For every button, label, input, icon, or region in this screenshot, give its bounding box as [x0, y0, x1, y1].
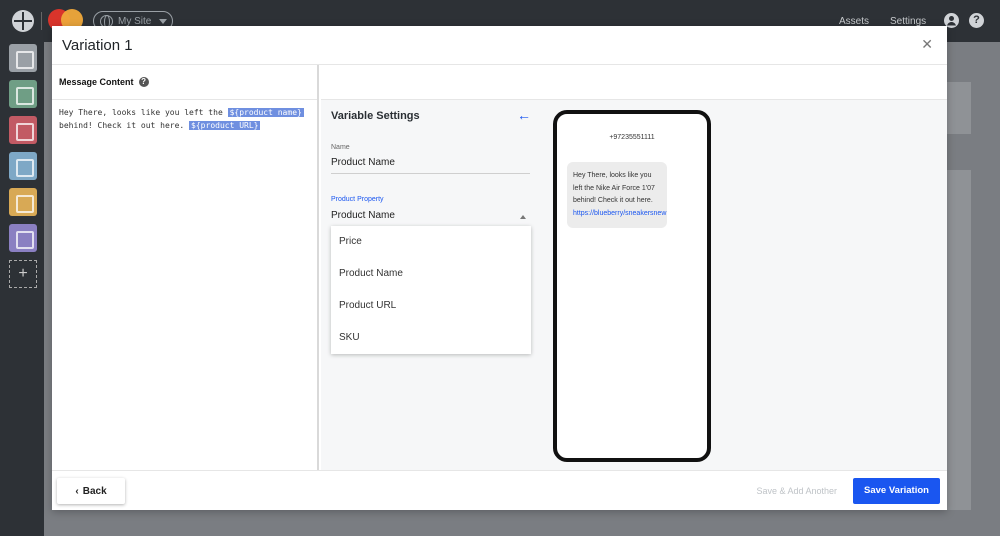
product-property-value: Product Name	[331, 210, 395, 221]
divider	[41, 12, 42, 30]
save-add-another-button[interactable]: Save & Add Another	[756, 486, 837, 496]
message-content-heading: Message Content	[59, 77, 134, 87]
variable-tag-product-name[interactable]: ${product name}	[227, 108, 304, 117]
background-card	[947, 170, 971, 510]
product-property-label: Product Property	[331, 196, 384, 203]
back-button-label: Back	[82, 485, 107, 497]
preview-message-link[interactable]: https://blueberry/sneakersnew	[573, 210, 666, 217]
content-icon[interactable]	[9, 152, 37, 180]
name-field[interactable]: Product Name	[331, 157, 530, 174]
background-card	[947, 82, 971, 134]
dropdown-option-product-name[interactable]: Product Name	[331, 258, 531, 290]
message-content-header: Message Content ?	[52, 65, 317, 100]
toolbar-area	[321, 65, 947, 100]
back-arrow-icon[interactable]: ←	[517, 107, 531, 123]
grid-logo-icon[interactable]	[12, 10, 34, 32]
chevron-left-icon: ‹	[75, 485, 79, 497]
save-variation-button[interactable]: Save Variation	[853, 478, 940, 504]
variable-tag-product-url[interactable]: ${product URL}	[189, 121, 261, 130]
preview-area: +97235551111 Hey There, looks like you l…	[541, 100, 947, 470]
message-text: Hey There, looks like you left the	[59, 108, 228, 117]
name-field-label: Name	[331, 144, 350, 151]
messages-icon[interactable]	[9, 188, 37, 216]
dropdown-option-product-url[interactable]: Product URL	[331, 290, 531, 322]
message-editor[interactable]: Hey There, looks like you left the ${pro…	[52, 100, 317, 138]
chevron-down-icon	[159, 18, 168, 24]
help-icon[interactable]: ?	[969, 13, 984, 28]
phone-number: +97235551111	[609, 134, 655, 141]
preview-message-text: Hey There, looks like you left the Nike …	[573, 172, 655, 204]
back-button[interactable]: ‹ Back	[57, 478, 125, 504]
modal-title: Variation 1	[62, 37, 133, 54]
modal-footer: ‹ Back Save & Add Another Save Variation	[52, 470, 947, 510]
help-icon[interactable]: ?	[138, 77, 149, 87]
campaigns-icon[interactable]	[9, 116, 37, 144]
product-property-select[interactable]: Product Name	[331, 210, 530, 227]
automation-icon[interactable]	[9, 224, 37, 252]
message-bubble: Hey There, looks like you left the Nike …	[567, 162, 667, 228]
dashboard-icon[interactable]	[9, 44, 37, 72]
message-content-panel: Message Content ? Hey There, looks like …	[52, 65, 319, 470]
audience-icon[interactable]	[9, 80, 37, 108]
add-icon[interactable]: +	[9, 260, 37, 288]
dropdown-option-sku[interactable]: SKU	[331, 322, 531, 354]
close-icon[interactable]: ✕	[921, 36, 933, 53]
dropdown-option-price[interactable]: Price	[331, 226, 531, 258]
variable-settings-title: Variable Settings	[331, 110, 420, 122]
message-text: behind! Check it out here.	[59, 121, 190, 130]
left-rail: +	[0, 42, 44, 536]
product-property-dropdown: Price Product Name Product URL SKU	[331, 226, 531, 354]
variable-settings-panel: Variable Settings ← Name Product Name Pr…	[321, 100, 541, 470]
chevron-up-icon	[520, 215, 526, 219]
variation-modal: Variation 1 ✕ Message Content ? Hey Ther…	[52, 26, 947, 510]
site-selector-label: My Site	[118, 15, 152, 27]
phone-preview: +97235551111 Hey There, looks like you l…	[553, 110, 711, 462]
